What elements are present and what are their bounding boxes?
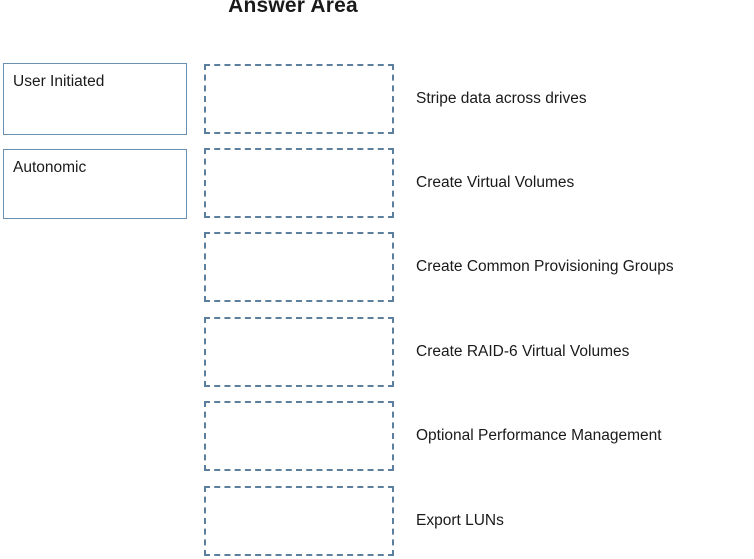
drop-slot-1[interactable]	[204, 64, 394, 134]
drop-slot-5[interactable]	[204, 401, 394, 471]
source-token-autonomic[interactable]: Autonomic	[3, 149, 187, 219]
source-token-user-initiated[interactable]: User Initiated	[3, 63, 187, 135]
option-label-4: Create RAID-6 Virtual Volumes	[416, 343, 630, 360]
page-title: Answer Area	[228, 0, 358, 17]
option-label-2: Create Virtual Volumes	[416, 174, 575, 191]
source-token-label: User Initiated	[13, 73, 105, 90]
drop-slot-3[interactable]	[204, 232, 394, 302]
option-label-5: Optional Performance Management	[416, 427, 662, 444]
drop-slot-4[interactable]	[204, 317, 394, 387]
option-label-1: Stripe data across drives	[416, 90, 587, 107]
option-label-6: Export LUNs	[416, 512, 504, 529]
option-label-3: Create Common Provisioning Groups	[416, 258, 674, 275]
source-token-label: Autonomic	[13, 159, 87, 176]
drop-slot-2[interactable]	[204, 148, 394, 218]
drop-slot-6[interactable]	[204, 486, 394, 556]
answer-area-exhibit: Answer Area User Initiated Autonomic Str…	[0, 0, 754, 559]
